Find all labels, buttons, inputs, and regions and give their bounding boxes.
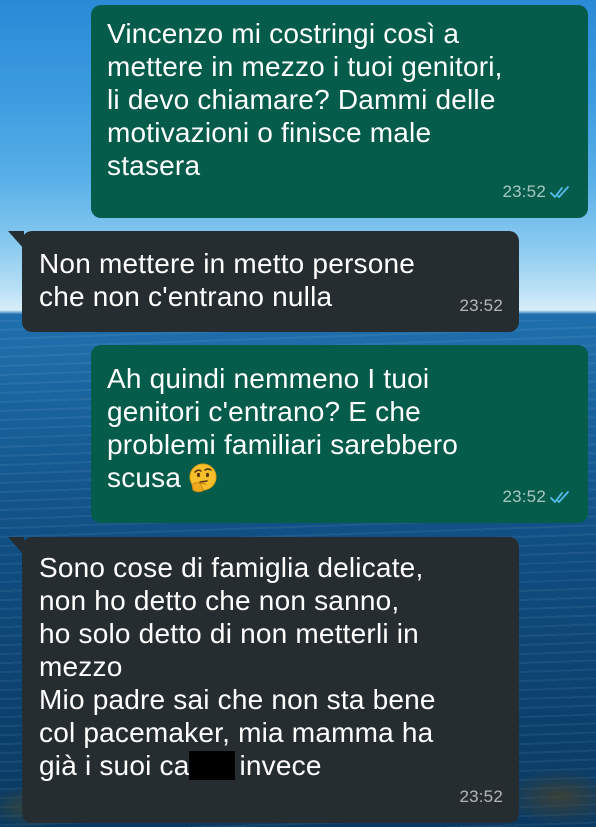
message-meta: 23:52 [459,780,503,813]
message-meta: 23:52 [502,480,572,513]
double-check-read-icon [550,185,569,198]
message-line: Sono cose di famiglia delicate, [39,552,424,583]
message-line: Mio padre sai che non sta bene [39,684,436,715]
message-line: mezzo [39,651,123,682]
message-bubble-outgoing[interactable]: Ah quindi nemmeno I tuoi genitori c'entr… [91,345,588,523]
redaction-block [189,751,236,780]
message-line: genitori c'entrano? E che [107,396,421,427]
message-line: non ho detto che non sanno, [39,585,400,616]
message-time: 23:52 [502,487,546,506]
message-time: 23:52 [459,296,503,315]
message-line: scusa [107,462,182,493]
message-text: Sono cose di famiglia delicate, non ho d… [39,551,503,782]
message-line: Vincenzo mi costringi così a [107,18,460,49]
message-line: col pacemaker, mia mamma ha [39,717,434,748]
message-line: stasera [107,150,201,181]
message-time: 23:52 [502,182,546,201]
message-line: motivazioni o finisce male [107,117,432,148]
message-meta: 23:52 [502,175,572,208]
double-check-read-icon [550,490,569,503]
message-line: li devo chiamare? Dammi delle [107,84,496,115]
message-line: Non mettere in metto persone [39,248,416,279]
message-bubble-outgoing[interactable]: Vincenzo mi costringi così a mettere in … [91,5,588,218]
message-line: già i suoi ca [39,750,190,781]
message-bubble-incoming[interactable]: Sono cose di famiglia delicate, non ho d… [8,537,519,823]
message-line: ho solo detto di non metterli in [39,618,419,649]
message-bubble-incoming[interactable]: Non mettere in metto persone che non c'e… [8,231,519,332]
message-line-suffix: invece [239,750,322,781]
message-time: 23:52 [459,787,503,806]
message-text: Vincenzo mi costringi così a mettere in … [107,17,572,182]
thinking-face-emoji [189,463,217,493]
message-text: Ah quindi nemmeno I tuoi genitori c'entr… [107,362,572,494]
message-line: Ah quindi nemmeno I tuoi [107,363,430,394]
message-meta: 23:52 [459,289,503,322]
message-line: problemi familiari sarebbero [107,429,459,460]
message-line: che non c'entrano nulla [39,281,333,312]
message-text: Non mettere in metto persone che non c'e… [39,247,503,313]
message-line: mettere in mezzo i tuoi genitori, [107,51,503,82]
